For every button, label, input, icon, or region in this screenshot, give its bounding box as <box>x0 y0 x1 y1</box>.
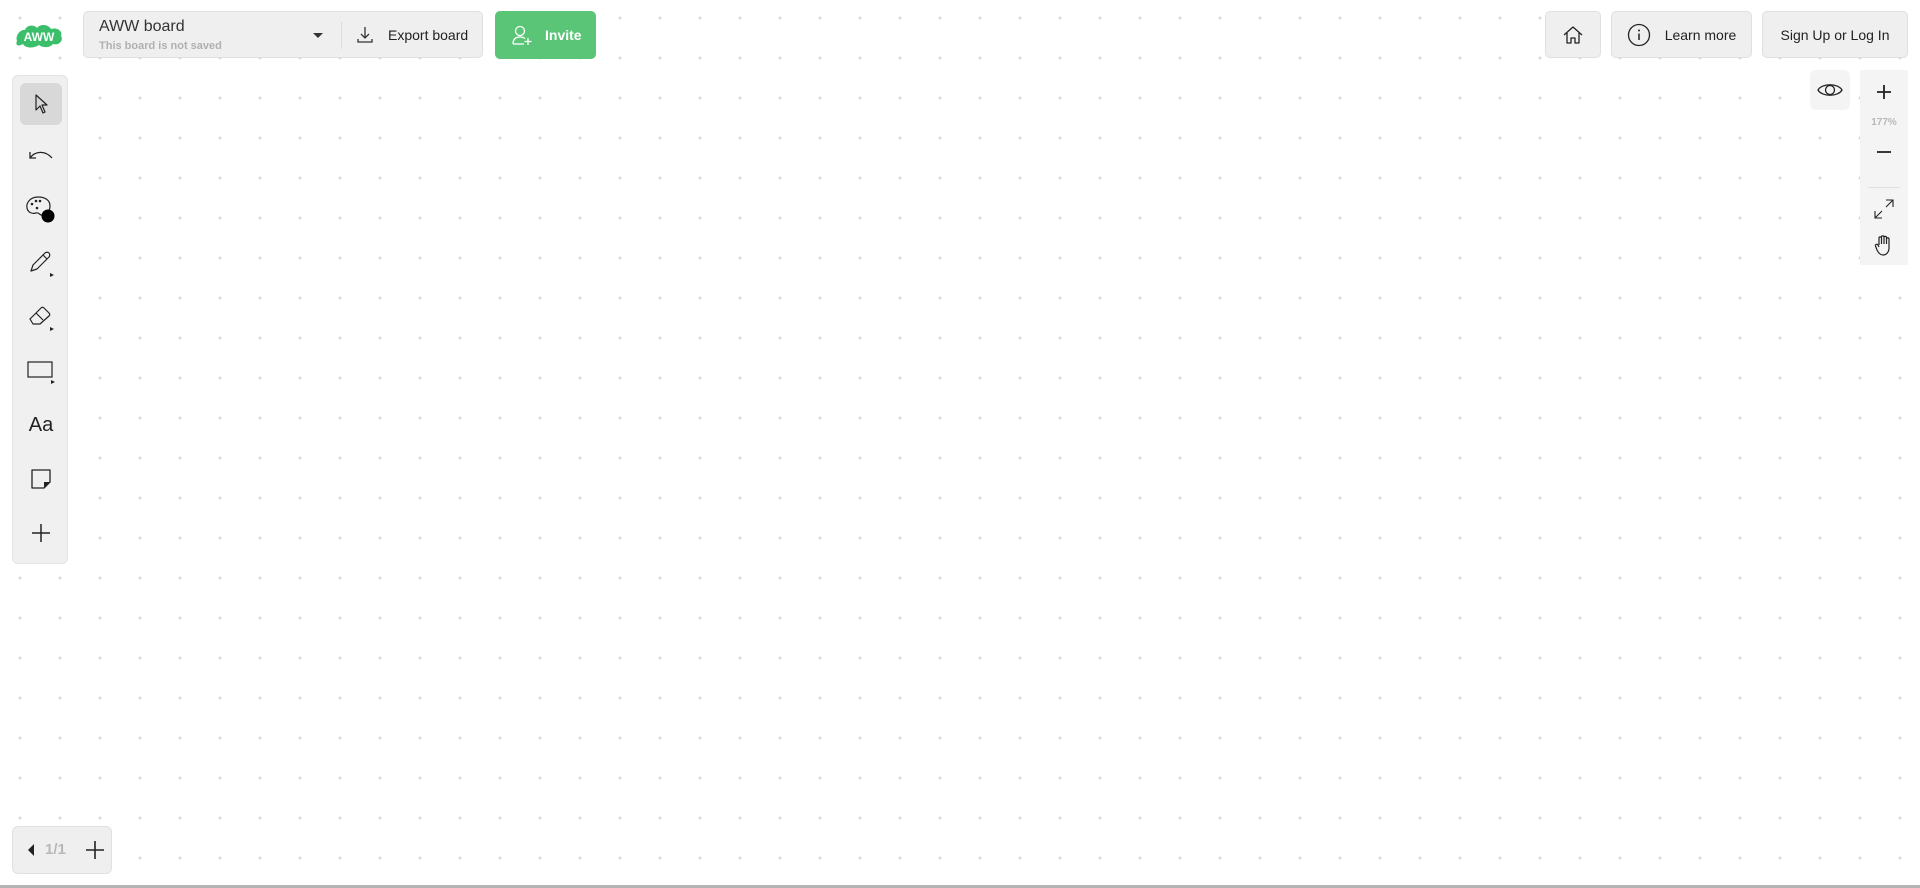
fit-to-screen-button[interactable] <box>1860 190 1908 228</box>
zoom-level: 177% <box>1871 117 1897 128</box>
hand-icon <box>1874 235 1890 256</box>
learn-more-label: Learn more <box>1664 26 1737 43</box>
sign-up-login-label: Sign Up or Log In <box>1780 26 1890 43</box>
board-menu: AWW board This board is not saved Export… <box>83 11 483 58</box>
invite-button[interactable]: Invite <box>495 11 596 59</box>
home-icon <box>1563 25 1583 44</box>
board-name[interactable]: AWW board <box>99 18 185 36</box>
current-color-swatch <box>41 209 55 223</box>
info-icon <box>1627 23 1650 46</box>
sticky-note-icon <box>31 469 51 489</box>
text-icon: Aa <box>28 413 54 436</box>
divider <box>1868 187 1900 188</box>
view-mode-button[interactable] <box>1810 70 1850 110</box>
add-user-icon <box>512 25 532 45</box>
export-board-button[interactable]: Export board <box>342 12 483 57</box>
pencil-icon <box>30 251 54 277</box>
eye-icon <box>1817 84 1843 96</box>
board-dropdown-toggle[interactable] <box>310 27 326 43</box>
invite-label: Invite <box>545 27 582 43</box>
plus-icon <box>86 841 104 859</box>
logo-text: AWW <box>24 30 55 44</box>
sign-up-login-button[interactable]: Sign Up or Log In <box>1762 11 1908 58</box>
palette-icon <box>26 196 55 223</box>
page-navigator: 1/1 <box>12 826 112 874</box>
eraser-icon <box>29 306 54 331</box>
text-tool[interactable]: Aa <box>20 404 62 446</box>
add-page-button[interactable] <box>83 838 107 862</box>
export-board-label: Export board <box>388 26 469 43</box>
rectangle-icon <box>27 361 55 384</box>
pan-tool-button[interactable] <box>1860 228 1908 262</box>
aww-logo[interactable]: AWW <box>13 19 65 51</box>
board-save-status: This board is not saved <box>99 40 222 52</box>
zoom-out-button[interactable] <box>1860 134 1908 170</box>
pen-tool[interactable] <box>20 242 62 284</box>
download-icon <box>357 26 373 43</box>
minus-icon <box>1877 151 1891 153</box>
plus-icon <box>1877 85 1891 99</box>
sticky-note-tool[interactable] <box>20 458 62 500</box>
cursor-icon <box>35 94 48 114</box>
home-button[interactable] <box>1545 11 1601 58</box>
page-counter: 1/1 <box>45 841 66 858</box>
zoom-panel: 177% <box>1860 70 1908 265</box>
caret-down-icon <box>313 33 323 38</box>
caret-left-icon <box>28 844 34 856</box>
expand-icon <box>1874 199 1894 219</box>
more-tools-button[interactable] <box>20 512 62 554</box>
left-toolbar: Aa <box>12 75 68 564</box>
undo-button[interactable] <box>20 135 62 177</box>
select-tool[interactable] <box>20 83 62 125</box>
learn-more-button[interactable]: Learn more <box>1611 11 1752 58</box>
undo-icon <box>29 151 53 159</box>
shape-tool[interactable] <box>20 350 62 392</box>
color-picker-tool[interactable] <box>20 188 62 230</box>
zoom-in-button[interactable] <box>1860 74 1908 110</box>
plus-icon <box>32 524 50 542</box>
previous-page-button[interactable] <box>21 839 41 861</box>
eraser-tool[interactable] <box>20 296 62 338</box>
